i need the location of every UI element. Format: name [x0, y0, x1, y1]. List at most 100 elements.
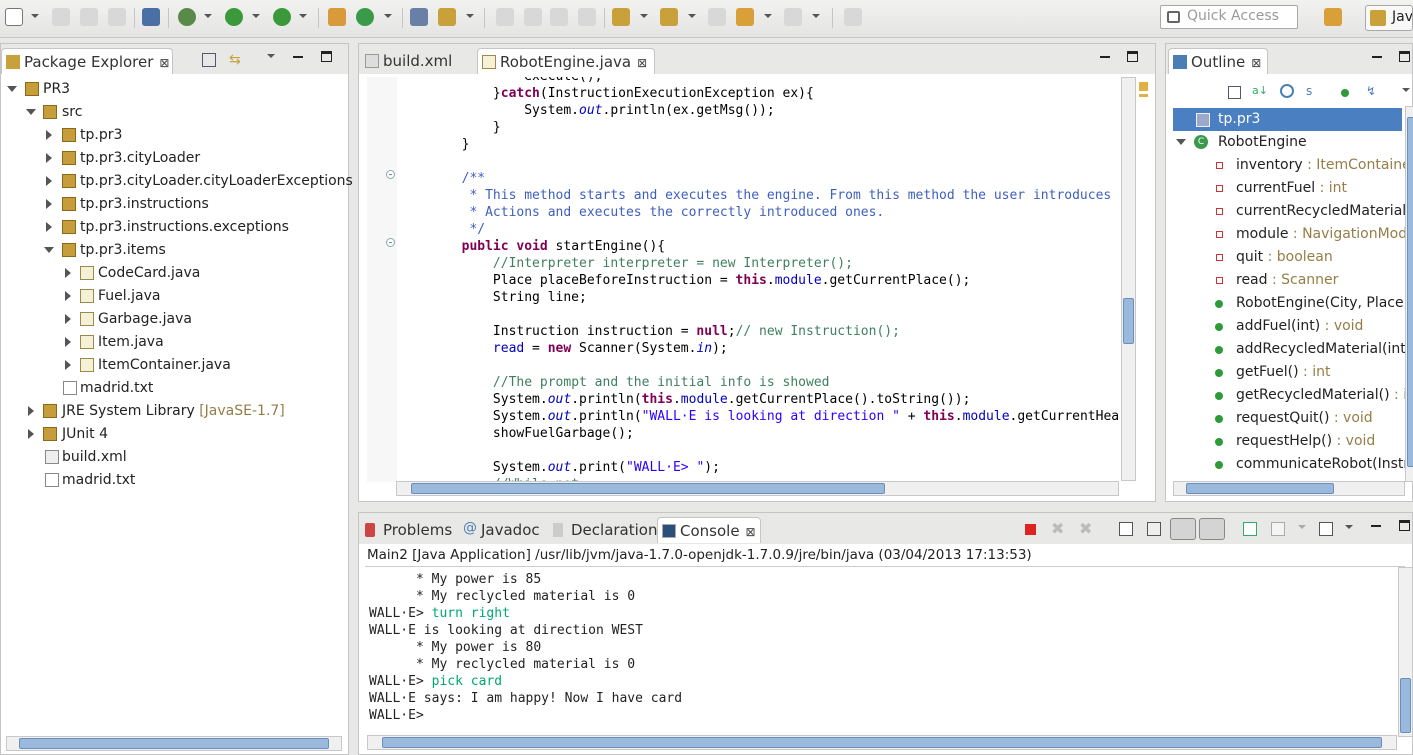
- expand-toggle-icon[interactable]: [46, 222, 52, 232]
- back-dropdown-icon[interactable]: [764, 14, 772, 18]
- open-console-dropdown-icon[interactable]: [1345, 525, 1353, 529]
- tree-java-file[interactable]: ItemContainer.java: [98, 354, 231, 376]
- editor-vertical-scrollbar[interactable]: [1121, 77, 1136, 481]
- hide-fields-icon[interactable]: [1280, 84, 1294, 98]
- new-java-package-icon[interactable]: [328, 8, 346, 26]
- expand-toggle-icon[interactable]: [65, 314, 71, 324]
- fold-toggle-icon[interactable]: –: [386, 238, 395, 247]
- tree-package[interactable]: tp.pr3.cityLoader.cityLoaderExceptions: [80, 170, 353, 192]
- pin-console-icon[interactable]: [1243, 522, 1257, 536]
- terminate-icon[interactable]: [1025, 524, 1036, 535]
- close-icon[interactable]: ⊠: [746, 525, 756, 539]
- tree-build-file[interactable]: build.xml: [62, 446, 127, 468]
- forward-icon[interactable]: [784, 8, 802, 26]
- java-perspective-button[interactable]: Java: [1365, 5, 1413, 31]
- tab-console[interactable]: Console ⊠: [657, 517, 761, 543]
- next-annotation-dropdown-icon[interactable]: [640, 14, 648, 18]
- editor-horizontal-scrollbar[interactable]: [396, 481, 1119, 496]
- sort-icon[interactable]: a↓: [1252, 84, 1268, 97]
- skip-breakpoints-icon[interactable]: [142, 8, 160, 26]
- print-icon[interactable]: [108, 8, 126, 26]
- debug-icon[interactable]: [178, 8, 196, 26]
- tree-text-file[interactable]: madrid.txt: [80, 377, 153, 399]
- view-menu-icon[interactable]: [267, 54, 275, 58]
- tab-problems[interactable]: Problems: [361, 517, 456, 543]
- new-icon[interactable]: [5, 8, 23, 26]
- hide-static-icon[interactable]: s: [1306, 84, 1312, 98]
- expand-toggle-icon[interactable]: [65, 337, 71, 347]
- last-edit-location-icon[interactable]: [708, 8, 726, 26]
- overview-ruler-marker[interactable]: [1139, 94, 1148, 97]
- outline-member[interactable]: inventory : ItemContainer: [1236, 154, 1406, 177]
- remove-all-launches-icon[interactable]: ✖: [1079, 519, 1092, 538]
- outline-member[interactable]: currentFuel : int: [1236, 177, 1406, 200]
- expand-toggle-icon[interactable]: [46, 130, 52, 140]
- maximize-icon[interactable]: [1399, 520, 1410, 531]
- tree-java-file[interactable]: Fuel.java: [98, 285, 160, 307]
- remove-launch-icon[interactable]: ✖: [1051, 519, 1064, 538]
- tree-java-file[interactable]: Item.java: [98, 331, 164, 353]
- scroll-lock-icon[interactable]: [1147, 522, 1161, 536]
- outline-member[interactable]: requestHelp() : void: [1236, 430, 1406, 453]
- outline-member[interactable]: requestQuit() : void: [1236, 407, 1406, 430]
- quick-access-input[interactable]: Quick Access: [1160, 5, 1298, 29]
- new-class-dropdown-icon[interactable]: [384, 14, 392, 18]
- outline-horizontal-scrollbar[interactable]: [1173, 481, 1405, 496]
- overview-ruler-marker[interactable]: [1139, 82, 1148, 91]
- maximize-icon[interactable]: [1399, 51, 1410, 62]
- outline-member[interactable]: module : NavigationModule: [1236, 223, 1406, 246]
- close-icon[interactable]: ⊠: [159, 56, 169, 70]
- expand-toggle-icon[interactable]: [46, 176, 52, 186]
- pin-editor-icon[interactable]: [844, 8, 862, 26]
- tab-package-explorer[interactable]: Package Explorer ⊠: [1, 48, 173, 74]
- tree-package[interactable]: tp.pr3.cityLoader: [80, 147, 200, 169]
- run-dropdown-icon[interactable]: [252, 14, 260, 18]
- expand-toggle-icon[interactable]: [65, 291, 71, 301]
- open-console-icon[interactable]: [1319, 522, 1333, 536]
- search-dropdown-icon[interactable]: [466, 14, 474, 18]
- minimize-icon[interactable]: [1100, 56, 1110, 58]
- outline-member[interactable]: currentRecycledMaterial : int: [1236, 200, 1406, 223]
- block-selection-icon[interactable]: [550, 8, 568, 26]
- minimize-icon[interactable]: [1372, 56, 1382, 58]
- scrollbar-thumb[interactable]: [19, 738, 329, 749]
- link-with-editor-icon[interactable]: ⇆: [229, 53, 245, 67]
- debug-dropdown-icon[interactable]: [204, 14, 212, 18]
- tab-declaration[interactable]: Declaration: [549, 517, 657, 543]
- expand-toggle-icon[interactable]: [65, 360, 71, 370]
- expand-toggle-icon[interactable]: [46, 199, 52, 209]
- outline-member[interactable]: getRecycledMaterial() : int: [1236, 384, 1406, 407]
- clear-console-icon[interactable]: [1119, 522, 1133, 536]
- outline-member[interactable]: read : Scanner: [1236, 269, 1406, 292]
- new-dropdown-icon[interactable]: [31, 14, 39, 18]
- previous-annotation-icon[interactable]: [660, 8, 678, 26]
- minimize-icon[interactable]: [293, 56, 303, 58]
- expand-toggle-icon[interactable]: [65, 268, 71, 278]
- tree-text-file[interactable]: madrid.txt: [62, 469, 135, 491]
- outline-member[interactable]: RobotEngine(City, Place, Direction): [1236, 292, 1406, 315]
- tab-build-xml[interactable]: build.xml: [361, 48, 469, 74]
- tab-outline[interactable]: Outline ⊠: [1168, 48, 1268, 74]
- scrollbar-thumb[interactable]: [1123, 298, 1134, 344]
- outline-member[interactable]: addRecycledMaterial(int) : void: [1236, 338, 1406, 361]
- show-whitespace-icon[interactable]: [578, 8, 596, 26]
- hide-local-types-icon[interactable]: ↯: [1366, 84, 1376, 98]
- expand-toggle-icon[interactable]: [46, 153, 52, 163]
- expand-toggle-icon[interactable]: [44, 247, 54, 253]
- console-horizontal-scrollbar[interactable]: [367, 735, 1397, 750]
- scrollbar-thumb[interactable]: [382, 737, 1382, 748]
- tree-jre-library[interactable]: JRE System Library [JavaSE-1.7]: [62, 400, 285, 422]
- display-console-dropdown-icon[interactable]: [1298, 525, 1306, 529]
- tree-java-file[interactable]: Garbage.java: [98, 308, 192, 330]
- outline-member[interactable]: getFuel() : int: [1236, 361, 1406, 384]
- run-external-tools-icon[interactable]: [273, 8, 291, 26]
- outline-class[interactable]: RobotEngine: [1218, 131, 1307, 154]
- external-tools-dropdown-icon[interactable]: [299, 14, 307, 18]
- new-java-class-icon[interactable]: [356, 8, 374, 26]
- scrollbar-thumb[interactable]: [411, 483, 885, 494]
- tree-package[interactable]: tp.pr3.items: [80, 239, 166, 261]
- open-perspective-icon[interactable]: [1324, 8, 1342, 26]
- scrollbar-thumb[interactable]: [1400, 678, 1411, 733]
- outline-member[interactable]: addFuel(int) : void: [1236, 315, 1406, 338]
- tree-java-file[interactable]: CodeCard.java: [98, 262, 200, 284]
